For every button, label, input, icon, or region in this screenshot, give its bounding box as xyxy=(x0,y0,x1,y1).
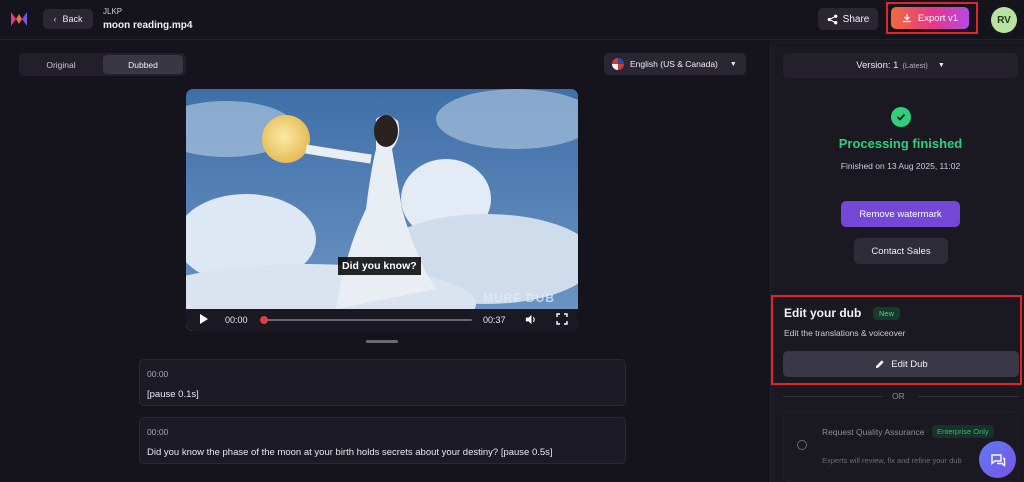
total-time: 00:37 xyxy=(483,315,506,325)
new-badge: New xyxy=(873,307,901,320)
chevron-left-icon: ‹ xyxy=(53,14,57,24)
share-label: Share xyxy=(842,13,870,25)
segment-time: 00:00 xyxy=(147,427,169,437)
avatar[interactable]: RV xyxy=(991,7,1017,33)
transcript-segment[interactable]: 00:00 Did you know the phase of the moon… xyxy=(139,417,626,464)
segment-text: Did you know the phase of the moon at yo… xyxy=(147,447,553,458)
status-subtitle: Finished on 13 Aug 2025, 11:02 xyxy=(840,161,961,171)
remove-watermark-button[interactable]: Remove watermark xyxy=(841,201,960,227)
share-button[interactable]: Share xyxy=(818,8,878,30)
back-button[interactable]: ‹ Back xyxy=(43,9,93,29)
file-name: moon reading.mp4 xyxy=(103,20,193,31)
check-circle-icon xyxy=(891,107,911,127)
chat-button[interactable] xyxy=(979,441,1016,478)
resize-handle[interactable] xyxy=(366,340,398,343)
current-time: 00:00 xyxy=(225,315,248,325)
edit-dub-button[interactable]: Edit Dub xyxy=(783,351,1019,377)
language-select[interactable]: English (US & Canada) ▼ xyxy=(604,53,746,75)
tab-dubbed[interactable]: Dubbed xyxy=(103,55,183,74)
segment-time: 00:00 xyxy=(147,369,169,379)
project-name: JLKP xyxy=(103,7,123,16)
status-title: Processing finished xyxy=(838,136,963,151)
chevron-down-icon: ▼ xyxy=(937,62,945,69)
segment-text: [pause 0.1s] xyxy=(147,389,199,400)
divider xyxy=(783,396,883,397)
murf-dub-watermark: MURF DUB xyxy=(483,291,555,305)
murf-logo-icon[interactable] xyxy=(10,10,28,28)
tab-original[interactable]: Original xyxy=(21,55,101,74)
export-label: Export v1 xyxy=(917,12,959,24)
back-label: Back xyxy=(62,14,83,24)
version-label: Version: 1 xyxy=(856,60,899,71)
export-button[interactable]: Export v1 xyxy=(891,7,969,29)
quality-title: Request Quality Assurance xyxy=(822,427,925,437)
version-select[interactable]: Version: 1 (Latest) ▼ xyxy=(783,53,1018,78)
language-label: English (US & Canada) xyxy=(630,59,718,69)
view-toggle: Original Dubbed xyxy=(19,53,186,76)
transcript-segment[interactable]: 00:00 [pause 0.1s] xyxy=(139,359,626,406)
edit-dub-title: Edit your dub xyxy=(784,306,862,320)
edit-dub-label: Edit Dub xyxy=(891,358,928,370)
enterprise-badge: Enterprise Only xyxy=(932,425,994,438)
version-tag: (Latest) xyxy=(902,61,928,70)
contact-sales-button[interactable]: Contact Sales xyxy=(854,238,948,264)
download-icon xyxy=(902,14,911,23)
or-label: OR xyxy=(892,391,905,401)
us-flag-icon xyxy=(612,58,624,70)
edit-dub-subtitle: Edit the translations & voiceover xyxy=(784,328,906,338)
play-icon[interactable] xyxy=(200,314,208,324)
volume-icon[interactable] xyxy=(524,313,537,326)
progress-bar[interactable] xyxy=(263,319,472,321)
chat-icon xyxy=(990,453,1005,467)
caret-down-icon: ▼ xyxy=(729,60,737,68)
divider xyxy=(918,396,1019,397)
progress-handle[interactable] xyxy=(260,316,268,324)
fullscreen-icon[interactable] xyxy=(556,313,568,325)
share-icon xyxy=(827,14,838,24)
subtitle-caption: Did you know? xyxy=(338,257,421,275)
pencil-icon xyxy=(876,359,884,368)
quality-subtitle: Experts will review, fix and refine your… xyxy=(822,456,962,465)
quality-radio[interactable] xyxy=(797,440,807,450)
